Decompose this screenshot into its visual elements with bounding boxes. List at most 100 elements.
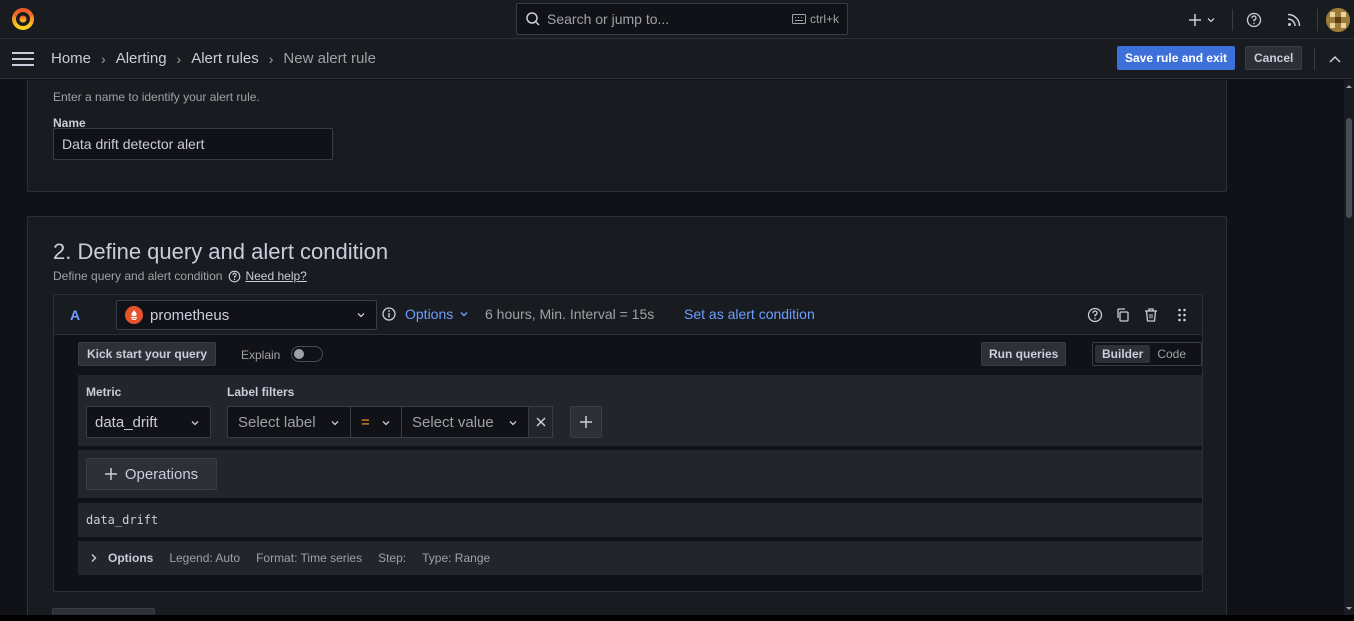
breadcrumb-current: New alert rule	[283, 50, 376, 67]
divider	[1314, 48, 1315, 70]
set-alert-condition-link[interactable]: Set as alert condition	[684, 306, 815, 322]
type-option: Type: Range	[422, 551, 491, 565]
top-bar: Search or jump to... ctrl+k	[0, 0, 1354, 39]
remove-filter-button[interactable]	[529, 406, 553, 438]
chevron-down-icon	[331, 421, 339, 426]
help-icon	[1246, 12, 1262, 27]
add-query-button[interactable]	[52, 608, 155, 615]
chevron-down-icon	[357, 313, 365, 318]
code-mode-button[interactable]: Code	[1150, 345, 1193, 363]
scrollbar-thumb[interactable]	[1346, 118, 1352, 218]
query-header: A prometheus Options 6 hours, Min. Inter…	[54, 295, 1202, 335]
new-menu-button[interactable]	[1182, 13, 1222, 27]
datasource-picker[interactable]: prometheus	[116, 300, 377, 330]
value-placeholder: Select value	[412, 413, 494, 431]
breadcrumb-separator: ›	[101, 50, 106, 67]
help-button[interactable]	[1243, 12, 1265, 28]
chevron-right-icon	[91, 554, 97, 562]
help-icon[interactable]	[1087, 307, 1103, 323]
name-hint: Enter a name to identify your alert rule…	[53, 90, 260, 104]
operations-button[interactable]: Operations	[86, 458, 217, 490]
menu-icon[interactable]	[12, 52, 34, 66]
shortcut-text: ctrl+k	[809, 12, 839, 26]
rule-name-section: Enter a name to identify your alert rule…	[27, 80, 1227, 192]
query-options-row[interactable]: Options Legend: Auto Format: Time series…	[78, 541, 1202, 575]
rss-icon	[1287, 13, 1301, 26]
value-select[interactable]: Select value	[402, 406, 529, 438]
run-queries-button[interactable]: Run queries	[981, 342, 1067, 366]
search-icon	[526, 12, 540, 26]
label-select[interactable]: Select label	[227, 406, 351, 438]
datasource-name: prometheus	[150, 306, 230, 324]
trash-icon[interactable]	[1143, 307, 1159, 323]
options-row-title: Options	[108, 551, 154, 565]
operations-label: Operations	[124, 465, 199, 483]
copy-icon[interactable]	[1115, 307, 1131, 323]
need-help-link[interactable]: Need help?	[245, 269, 306, 283]
keyboard-icon	[791, 14, 806, 24]
search-placeholder: Search or jump to...	[547, 11, 670, 27]
legend-option: Legend: Auto	[169, 551, 241, 565]
plus-icon	[1189, 13, 1201, 26]
breadcrumb-home[interactable]: Home	[51, 50, 91, 67]
label-placeholder: Select label	[238, 413, 316, 431]
divider	[1232, 8, 1233, 31]
info-icon	[382, 307, 396, 321]
bottom-edge	[0, 615, 1354, 621]
metric-label: Metric	[86, 385, 122, 399]
plus-icon	[104, 468, 117, 480]
chevron-up-icon[interactable]	[1328, 53, 1342, 65]
close-icon	[535, 417, 546, 427]
breadcrumb-separator: ›	[268, 50, 274, 67]
editor-mode-toggle: Builder Code	[1092, 342, 1202, 366]
metric-filter-row: Metric Label filters data_drift Select l…	[78, 375, 1202, 446]
cancel-button[interactable]: Cancel	[1245, 46, 1303, 70]
operator-value: =	[361, 413, 370, 431]
chevron-down-icon	[509, 421, 517, 426]
drag-handle-icon[interactable]	[1177, 307, 1187, 323]
explain-toggle[interactable]	[291, 346, 323, 362]
metric-select[interactable]: data_drift	[86, 406, 211, 438]
operator-select[interactable]: =	[351, 406, 402, 438]
operations-row: Operations	[78, 450, 1202, 498]
main-content: Enter a name to identify your alert rule…	[0, 80, 1344, 615]
options-summary: 6 hours, Min. Interval = 15s	[485, 306, 655, 322]
section-title: 2. Define query and alert condition	[53, 239, 389, 264]
breadcrumb-separator: ›	[176, 50, 182, 67]
label-filters-label: Label filters	[227, 385, 295, 399]
search-bar[interactable]: Search or jump to... ctrl+k	[516, 3, 848, 35]
news-button[interactable]	[1283, 13, 1305, 27]
add-filter-button[interactable]	[570, 406, 602, 438]
query-editor: A prometheus Options 6 hours, Min. Inter…	[53, 294, 1203, 592]
plus-icon	[580, 416, 592, 428]
chevron-down-icon	[382, 421, 390, 426]
chevron-down-icon	[191, 421, 199, 426]
breadcrumb-alerting[interactable]: Alerting	[116, 50, 167, 67]
format-option: Format: Time series	[256, 551, 363, 565]
section-subtitle: Define query and alert condition Need he…	[53, 269, 307, 283]
query-section: 2. Define query and alert condition Defi…	[27, 216, 1227, 615]
breadcrumb-alert-rules[interactable]: Alert rules	[191, 50, 259, 67]
options-label: Options	[405, 306, 454, 322]
label-filter: Select label = Select value	[227, 406, 553, 438]
scroll-up-icon[interactable]	[1344, 82, 1354, 90]
search-shortcut: ctrl+k	[791, 12, 839, 26]
scrollbar[interactable]	[1344, 80, 1354, 615]
breadcrumb: Home › Alerting › Alert rules › New aler…	[51, 50, 376, 67]
query-options-toggle[interactable]: Options	[405, 306, 469, 322]
chevron-down-icon	[1207, 17, 1215, 22]
builder-mode-button[interactable]: Builder	[1095, 345, 1151, 363]
explain-label: Explain	[241, 348, 281, 362]
breadcrumb-bar: Home › Alerting › Alert rules › New aler…	[0, 39, 1354, 79]
divider	[1317, 8, 1318, 31]
user-avatar[interactable]	[1326, 7, 1350, 32]
grafana-logo-icon[interactable]	[10, 6, 36, 32]
kick-start-button[interactable]: Kick start your query	[78, 342, 217, 366]
rule-name-input[interactable]: Data drift detector alert	[53, 128, 333, 160]
query-preview: data_drift	[78, 503, 1202, 537]
query-ref-id[interactable]: A	[70, 307, 80, 323]
prometheus-icon	[125, 306, 143, 324]
scroll-down-icon[interactable]	[1344, 605, 1354, 613]
step-option: Step:	[378, 551, 407, 565]
save-rule-button[interactable]: Save rule and exit	[1117, 46, 1236, 70]
